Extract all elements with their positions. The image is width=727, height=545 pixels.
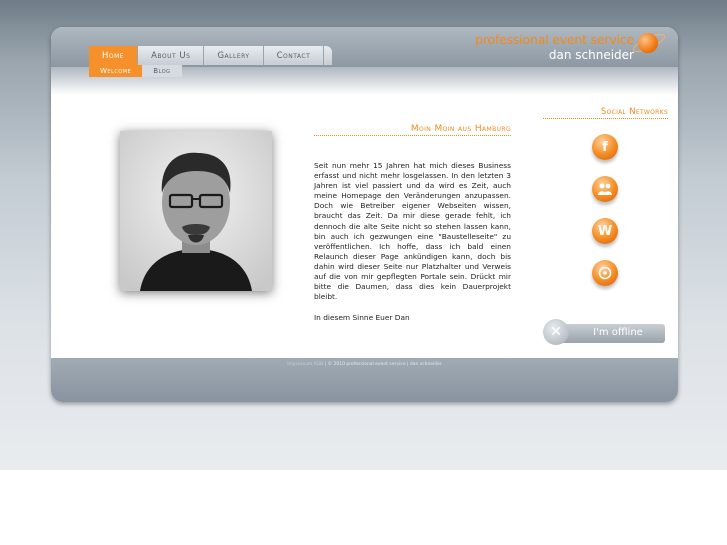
- people-icon[interactable]: [592, 176, 618, 202]
- footer: Impressum AGB | © 2010 professional even…: [51, 358, 678, 402]
- agb-link[interactable]: AGB: [314, 362, 324, 367]
- social-networks-heading: Social Networks: [543, 107, 668, 119]
- brand-name: professional event service: [475, 32, 634, 47]
- brand-owner: dan schneider: [548, 48, 634, 62]
- subnav-welcome[interactable]: Welcome: [89, 65, 143, 77]
- status-label: I'm offline: [593, 327, 643, 338]
- portrait-illustration: [120, 131, 272, 291]
- people-glyph: [598, 183, 612, 195]
- nav-gallery[interactable]: Gallery: [204, 46, 264, 65]
- article-body: Seit nun mehr 15 Jahren hat mich dieses …: [314, 161, 511, 302]
- wordpress-icon[interactable]: W: [592, 218, 618, 244]
- logo-ball-icon: [638, 33, 658, 53]
- site-container: professional event service dan schneider…: [51, 27, 678, 402]
- nav-end-cap: [324, 46, 333, 65]
- close-icon: ✕: [543, 319, 569, 345]
- article-signature: In diesem Sinne Euer Dan: [314, 313, 410, 322]
- facebook-icon[interactable]: f: [592, 134, 618, 160]
- brand[interactable]: professional event service dan schneider: [475, 32, 634, 63]
- sub-nav: Welcome Blog: [89, 65, 182, 77]
- footer-text: Impressum AGB | © 2010 professional even…: [51, 362, 678, 367]
- profile-photo: [120, 131, 272, 291]
- nav-contact[interactable]: Contact: [263, 46, 325, 65]
- nav-about-us[interactable]: About Us: [138, 46, 205, 65]
- article-title: Moin Moin aus Hamburg: [314, 124, 511, 136]
- copyright-text: | © 2010 professional event service | da…: [324, 362, 442, 367]
- subnav-blog[interactable]: Blog: [142, 65, 182, 77]
- online-status-badge[interactable]: I'm offline ✕: [543, 319, 665, 346]
- impressum-link[interactable]: Impressum: [287, 362, 312, 367]
- main-nav: Home About Us Gallery Contact: [89, 46, 333, 65]
- nav-home[interactable]: Home: [89, 46, 139, 65]
- share-glyph: [598, 266, 612, 280]
- share-icon[interactable]: [592, 260, 618, 286]
